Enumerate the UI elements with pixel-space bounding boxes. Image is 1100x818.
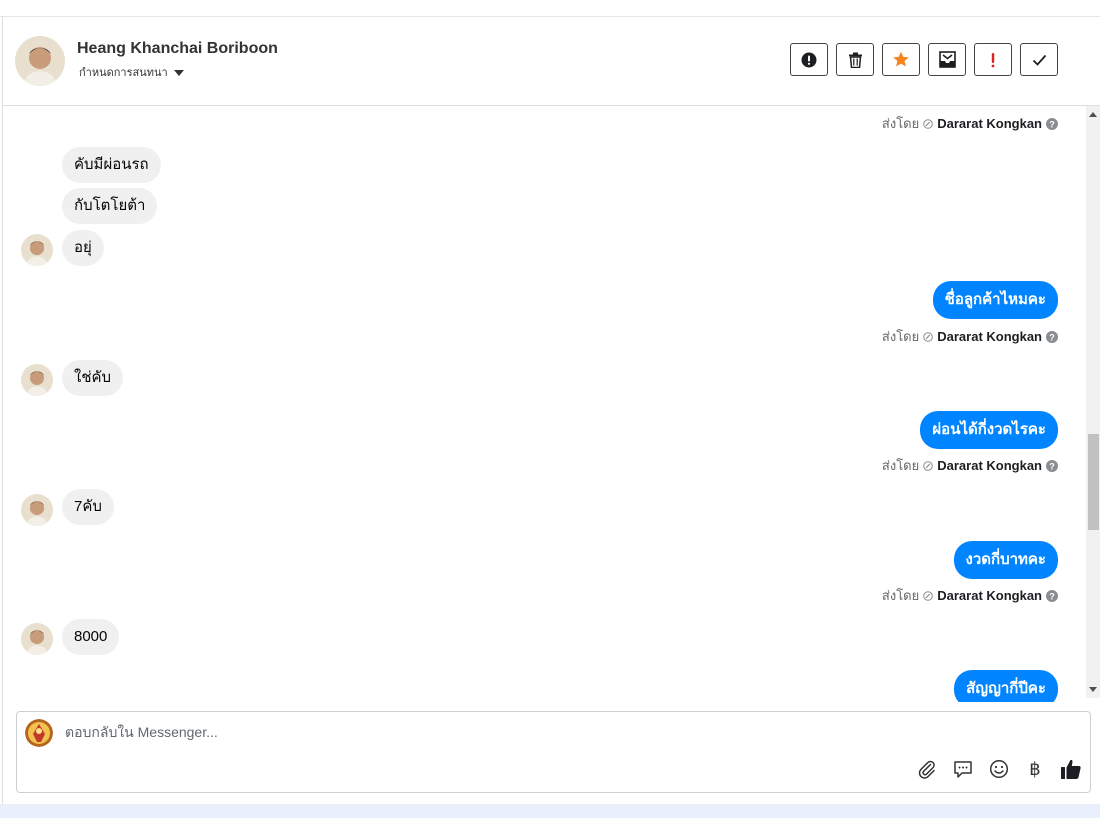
help-icon[interactable]: ? [1046, 330, 1058, 343]
agent-name: Dararat Kongkan [937, 329, 1042, 344]
incoming-message[interactable]: 8000 [62, 619, 120, 655]
star-button[interactable] [882, 43, 920, 76]
header-actions [790, 43, 1058, 76]
composer-toolbar: ฿ [916, 758, 1082, 780]
star-icon [893, 51, 909, 67]
emoji-button[interactable] [988, 758, 1010, 780]
attach-button[interactable] [916, 758, 938, 780]
verified-icon [923, 460, 934, 471]
outgoing-message[interactable]: ผ่อนได้กี่งวดไรคะ [920, 411, 1058, 449]
agent-name: Dararat Kongkan [937, 588, 1042, 603]
svg-text:?: ? [1049, 461, 1055, 471]
conversation-options-dropdown[interactable]: กำหนดการสนทนา [79, 63, 184, 81]
caret-down-icon [173, 69, 184, 76]
contact-name: Heang Khanchai Boriboon [77, 40, 278, 57]
help-icon[interactable]: ? [1046, 589, 1058, 602]
mark-unread-button[interactable] [928, 43, 966, 76]
verified-icon [923, 331, 934, 342]
svg-text:?: ? [1049, 591, 1055, 601]
incoming-message[interactable]: ใช่คับ [62, 360, 124, 396]
baht-icon: ฿ [1029, 758, 1041, 780]
scroll-up-arrow-icon[interactable] [1089, 112, 1097, 117]
important-button[interactable] [974, 43, 1012, 76]
conversation-header: Heang Khanchai Boriboon กำหนดการสนทนา [3, 17, 1100, 106]
mark-unread-icon [938, 51, 956, 68]
alert-circle-icon [801, 52, 817, 67]
sent-by-label: ส่งโดย Dararat Kongkan ? [882, 585, 1058, 606]
reply-input[interactable] [65, 722, 965, 742]
outgoing-message[interactable]: งวดกี่บาทคะ [953, 541, 1058, 579]
incoming-message[interactable]: 7คับ [62, 489, 114, 525]
like-button[interactable] [1060, 758, 1082, 780]
done-button[interactable] [1020, 43, 1058, 76]
page-avatar [25, 719, 53, 747]
scroll-down-arrow-icon[interactable] [1089, 687, 1097, 692]
sent-by-label: ส่งโดย Dararat Kongkan ? [882, 326, 1058, 347]
verified-icon [923, 590, 934, 601]
saved-replies-button[interactable] [952, 758, 974, 780]
message-scrollbar[interactable] [1086, 106, 1100, 698]
bottom-background [0, 804, 1100, 818]
outgoing-message[interactable]: สัญญากี่ปีคะ [954, 670, 1058, 702]
agent-name: Dararat Kongkan [937, 116, 1042, 131]
conversation-panel: Heang Khanchai Boriboon กำหนดการสนทนา ส่… [2, 17, 1100, 804]
conversation-options-label: กำหนดการสนทนา [79, 67, 168, 79]
scroll-thumb[interactable] [1088, 434, 1099, 530]
contact-message-avatar [21, 234, 53, 266]
delete-button[interactable] [836, 43, 874, 76]
emoji-icon [989, 759, 1009, 779]
reply-composer: ฿ [16, 711, 1091, 793]
help-icon[interactable]: ? [1046, 117, 1058, 130]
agent-name: Dararat Kongkan [937, 458, 1042, 473]
trash-icon [848, 52, 862, 68]
thumbs-up-icon [1061, 759, 1081, 779]
svg-text:?: ? [1049, 119, 1055, 129]
payment-button[interactable]: ฿ [1024, 758, 1046, 780]
contact-avatar[interactable] [15, 36, 65, 86]
contact-message-avatar [21, 494, 53, 526]
check-icon [1032, 54, 1046, 66]
spam-button[interactable] [790, 43, 828, 76]
contact-message-avatar [21, 623, 53, 655]
chat-bubble-icon [954, 761, 972, 778]
svg-text:?: ? [1049, 332, 1055, 342]
incoming-message[interactable]: คับมีผ่อนรถ [62, 147, 161, 183]
paperclip-icon [918, 760, 935, 779]
verified-icon [923, 118, 934, 129]
sent-by-label: ส่งโดย Dararat Kongkan ? [882, 113, 1058, 134]
exclamation-icon [991, 52, 995, 67]
incoming-message[interactable]: กับโตโยต้า [62, 188, 158, 224]
outgoing-message[interactable]: ชื่อลูกค้าไหมคะ [932, 281, 1058, 319]
contact-message-avatar [21, 364, 53, 396]
help-icon[interactable]: ? [1046, 459, 1058, 472]
message-list[interactable]: ส่งโดย Dararat Kongkan ? คับมีผ่อนรถ กับ… [3, 106, 1086, 702]
sent-by-label: ส่งโดย Dararat Kongkan ? [882, 455, 1058, 476]
incoming-message[interactable]: อยุ่ [62, 230, 104, 266]
